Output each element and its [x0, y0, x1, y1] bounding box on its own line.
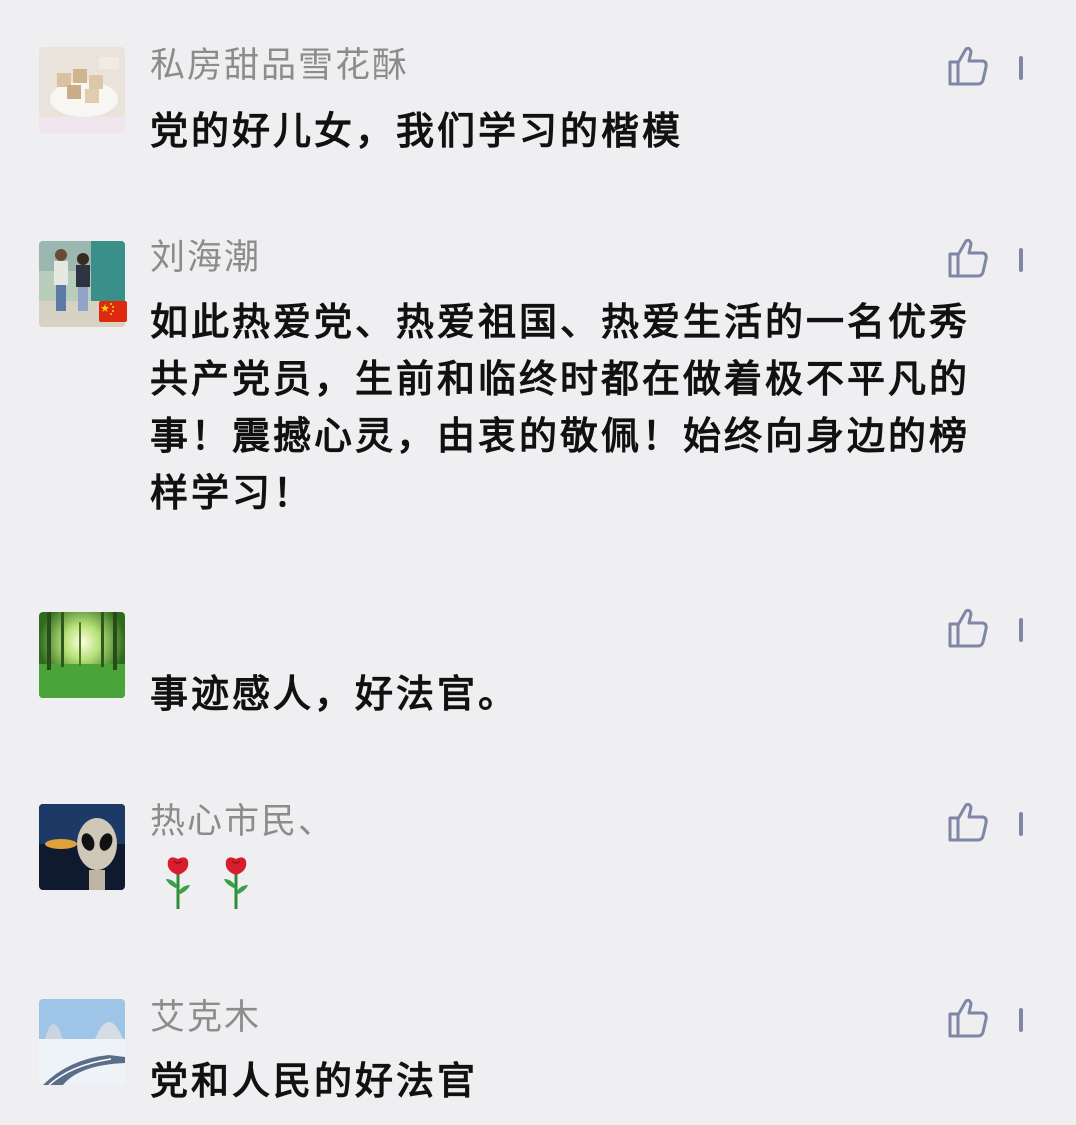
- more-icon[interactable]: [1019, 56, 1023, 80]
- snowy-road-photo-avatar[interactable]: [39, 999, 125, 1085]
- forest-photo-avatar[interactable]: [39, 612, 125, 698]
- rose-emoji: [216, 855, 256, 911]
- thumbs-up-icon[interactable]: [946, 996, 990, 1040]
- china-flag-icon: [99, 301, 127, 322]
- more-icon[interactable]: [1019, 618, 1023, 642]
- commenter-name: 私房甜品雪花酥: [150, 46, 410, 86]
- commenter-name: 刘海潮: [150, 238, 262, 278]
- rose-emoji: [158, 855, 198, 911]
- thumbs-up-icon[interactable]: [946, 236, 990, 280]
- more-icon[interactable]: [1019, 248, 1023, 272]
- more-icon[interactable]: [1019, 1008, 1023, 1032]
- thumbs-up-icon[interactable]: [946, 44, 990, 88]
- thumbs-up-icon[interactable]: [946, 800, 990, 844]
- more-icon[interactable]: [1019, 812, 1023, 836]
- comment-text: 党和人民的好法官: [150, 1059, 479, 1103]
- alien-photo-avatar[interactable]: [39, 804, 125, 890]
- comment-text: 如此热爱党、热爱祖国、热爱生活的一名优秀共产党员，生前和临终时都在做着极不平凡的…: [150, 300, 971, 515]
- thumbs-up-icon[interactable]: [946, 606, 990, 650]
- commenter-name: 艾克木: [150, 998, 262, 1038]
- dessert-photo-avatar[interactable]: [39, 47, 125, 133]
- comment-text: 事迹感人，好法官。: [150, 672, 520, 716]
- comment-text: 党的好儿女，我们学习的楷模: [150, 109, 684, 153]
- emoji-row: [150, 855, 350, 915]
- commenter-name: 热心市民、: [150, 802, 336, 842]
